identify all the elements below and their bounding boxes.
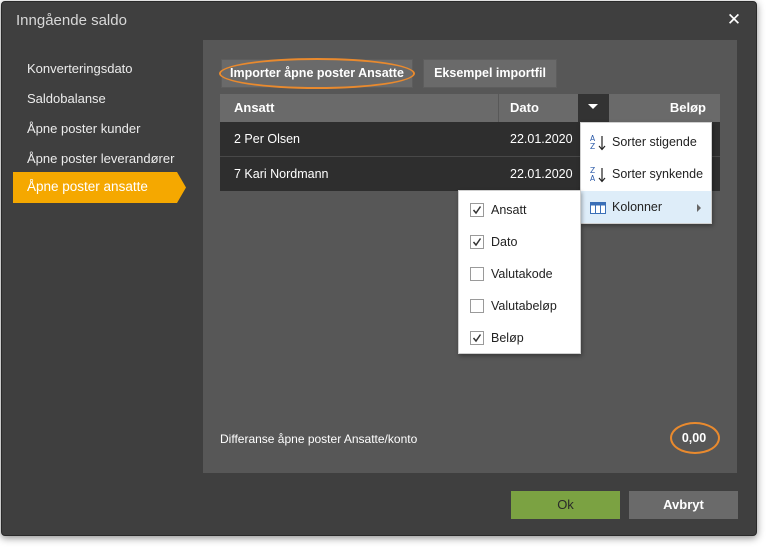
column-option-belop[interactable]: Beløp [459,322,580,354]
checkbox-checked[interactable] [470,203,484,217]
cell-dato: 22.01.2020 [510,132,573,146]
svg-text:Z: Z [590,142,595,151]
grid-header: Ansatt Dato Beløp [220,94,720,122]
cell-ansatt: 2 Per Olsen [234,132,301,146]
nav-item-saldobalanse[interactable]: Saldobalanse [27,91,106,106]
checkbox-unchecked[interactable] [470,299,484,313]
nav-item-label: Åpne poster ansatte [27,179,148,194]
nav-item-konverteringsdato[interactable]: Konverteringsdato [27,61,133,76]
sort-descending-icon: Z A [590,166,606,183]
column-header-belop[interactable]: Beløp [610,94,706,122]
chevron-right-icon [697,204,701,212]
column-option-label: Dato [491,235,518,249]
column-option-ansatt[interactable]: Ansatt [459,194,580,226]
cancel-button[interactable]: Avbryt [629,491,738,519]
column-header-ansatt[interactable]: Ansatt [234,94,274,122]
menu-item-label: Sorter synkende [612,167,704,181]
nav-item-apne-poster-ansatte[interactable]: Åpne poster ansatte [13,172,186,203]
sort-ascending-icon: A Z [590,134,606,151]
menu-item-columns[interactable]: Kolonner [581,191,711,223]
column-option-dato[interactable]: Dato [459,226,580,258]
nav-item-apne-poster-kunder[interactable]: Åpne poster kunder [27,121,140,136]
difference-value: 0,00 [681,431,707,445]
column-divider [498,94,499,122]
columns-submenu: Ansatt Dato Valutakode Valutabeløp Beløp [458,190,581,354]
column-option-label: Beløp [491,331,524,345]
checkmark-icon [472,334,482,343]
column-option-label: Valutabeløp [491,299,557,313]
import-button[interactable]: Importer åpne poster Ansatte [221,59,413,88]
close-icon[interactable]: ✕ [724,10,744,30]
checkbox-unchecked[interactable] [470,267,484,281]
menu-item-label: Sorter stigende [612,135,697,149]
checkmark-icon [472,206,482,215]
cell-dato: 22.01.2020 [510,167,573,181]
columns-icon [590,202,606,214]
checkbox-checked[interactable] [470,331,484,345]
chevron-down-icon [588,104,598,109]
column-header-dato[interactable]: Dato [510,94,539,122]
menu-item-sort-descending[interactable]: Z A Sorter synkende [581,158,711,190]
svg-text:A: A [590,174,596,183]
ok-button[interactable]: Ok [511,491,620,519]
dialog-titlebar: Inngående saldo ✕ [2,2,756,40]
column-menu-button[interactable] [578,94,609,122]
nav-item-apne-poster-leverandorer[interactable]: Åpne poster leverandører [27,151,174,166]
dialog-title: Inngående saldo [16,12,127,29]
column-option-valutakode[interactable]: Valutakode [459,258,580,290]
menu-item-sort-ascending[interactable]: A Z Sorter stigende [581,126,711,158]
column-option-label: Valutakode [491,267,553,281]
example-file-button[interactable]: Eksempel importfil [423,59,557,88]
column-menu: A Z Sorter stigende Z A Sorter synkende … [580,122,712,224]
checkmark-icon [472,238,482,247]
column-option-label: Ansatt [491,203,527,217]
cell-ansatt: 7 Kari Nordmann [234,167,329,181]
difference-label: Differanse åpne poster Ansatte/konto [220,432,418,446]
menu-item-label: Kolonner [612,200,663,214]
checkbox-checked[interactable] [470,235,484,249]
column-option-valutabelop[interactable]: Valutabeløp [459,290,580,322]
